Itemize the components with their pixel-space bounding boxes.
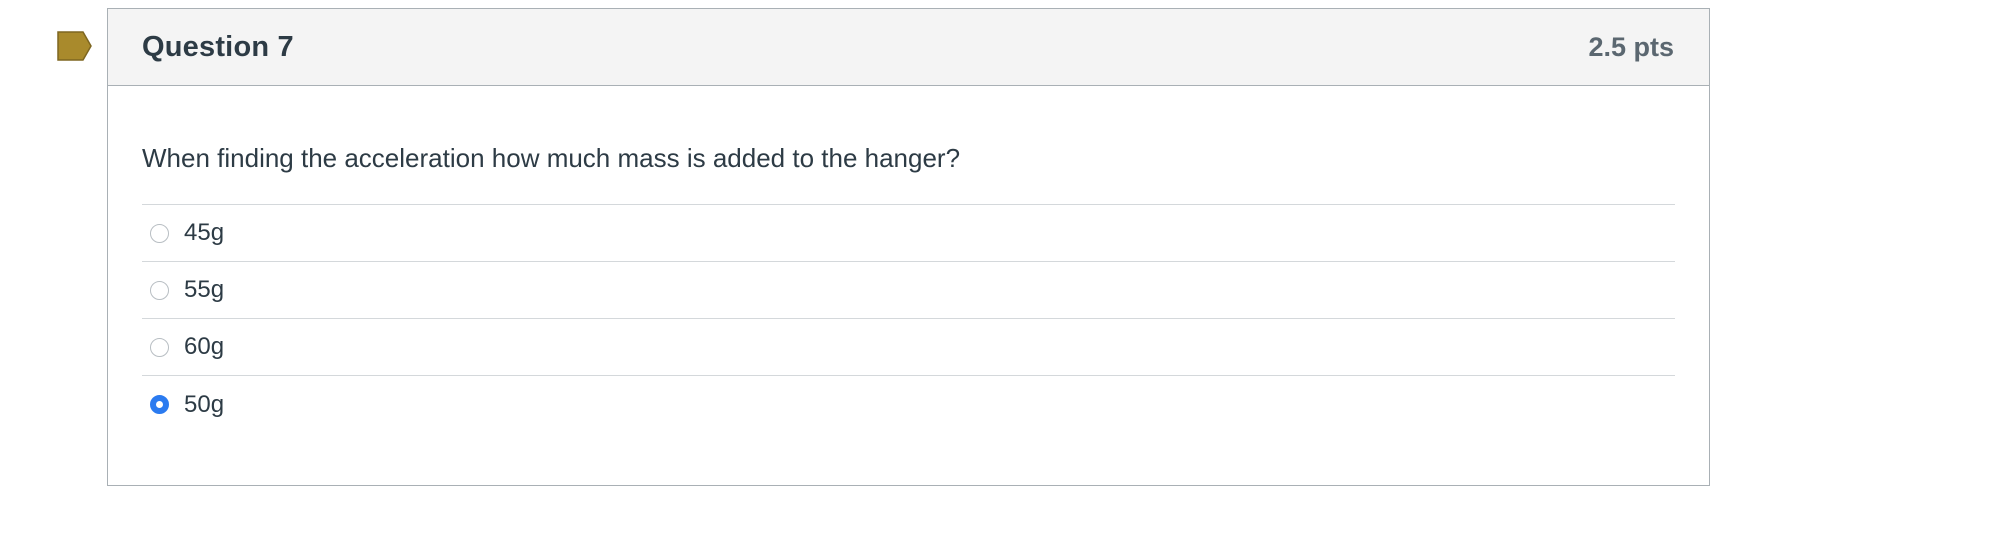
radio-button[interactable] <box>150 337 169 357</box>
answer-label: 50g <box>184 390 225 418</box>
radio-button-selected[interactable] <box>150 395 169 414</box>
answer-option[interactable]: 55g <box>142 262 1675 319</box>
radio-button[interactable] <box>150 280 169 300</box>
quiz-page: Question 7 2.5 pts When finding the acce… <box>0 0 1990 536</box>
answer-label: 55g <box>184 276 225 303</box>
answer-option[interactable]: 60g <box>142 319 1675 376</box>
answer-list: 45g 55g 60g 50g <box>142 204 1675 433</box>
question-body: When finding the acceleration how much m… <box>108 142 1709 433</box>
answer-option[interactable]: 50g <box>142 376 1675 433</box>
answer-label: 60g <box>184 333 225 360</box>
flag-question-icon[interactable] <box>57 31 93 61</box>
question-title: Question 7 <box>142 30 294 63</box>
answer-option[interactable]: 45g <box>142 205 1675 262</box>
question-text: When finding the acceleration how much m… <box>142 143 961 173</box>
question-points: 2.5 pts <box>1588 31 1674 62</box>
radio-button[interactable] <box>150 223 169 243</box>
question-header: Question 7 2.5 pts <box>108 9 1709 86</box>
question-card: Question 7 2.5 pts When finding the acce… <box>107 8 1710 486</box>
answer-label: 45g <box>184 219 225 246</box>
